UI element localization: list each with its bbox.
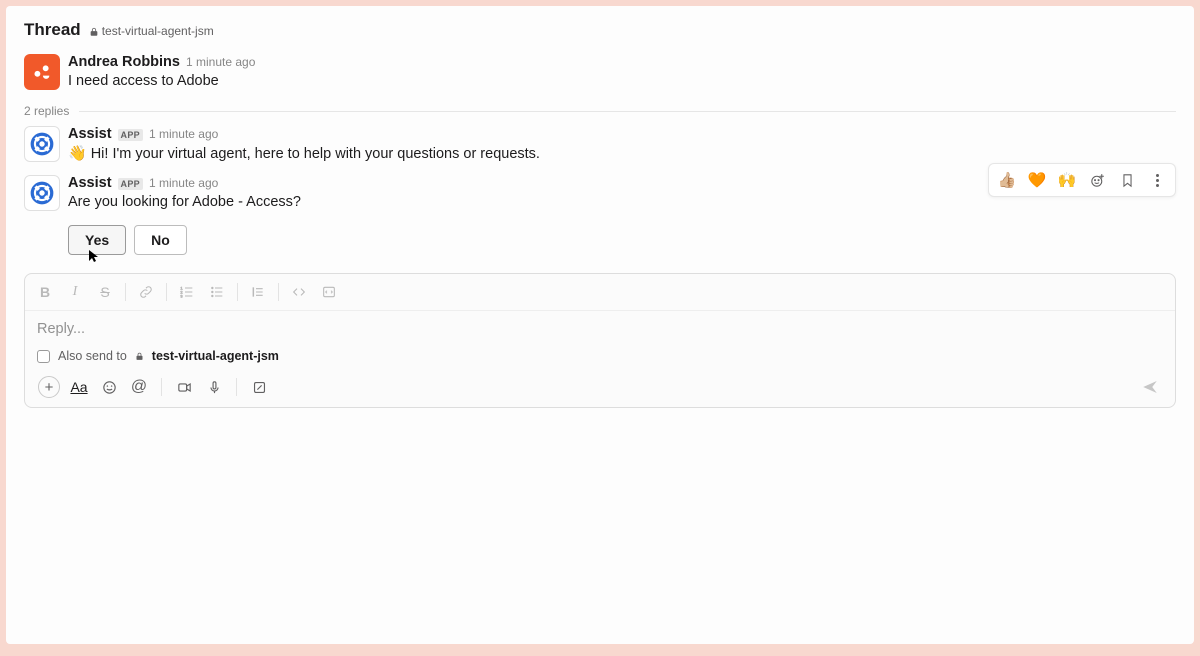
avatar-glyph-icon — [31, 61, 53, 83]
replies-count: 2 replies — [24, 104, 69, 118]
emoji-button[interactable] — [95, 373, 123, 401]
action-buttons-row: Yes No — [68, 225, 1194, 265]
message-time[interactable]: 1 minute ago — [186, 55, 255, 69]
bookmark-button[interactable] — [1113, 166, 1141, 194]
separator — [278, 283, 279, 301]
channel-chip[interactable]: test-virtual-agent-jsm — [89, 24, 214, 38]
app-badge: APP — [118, 129, 143, 141]
composer-bottom-toolbar: + Aa @ — [25, 369, 1175, 407]
also-send-label: Also send to — [58, 349, 127, 363]
avatar[interactable] — [24, 54, 60, 90]
bold-button[interactable]: B — [31, 278, 59, 306]
message-actions-toolbar: 👍🏼 🧡 🙌 — [988, 163, 1176, 197]
also-send-channel: test-virtual-agent-jsm — [152, 349, 279, 363]
lock-icon — [89, 24, 99, 38]
add-attachment-button[interactable]: + — [35, 373, 63, 401]
record-video-button[interactable] — [170, 373, 198, 401]
bullet-list-button[interactable] — [203, 278, 231, 306]
lock-icon — [135, 349, 144, 363]
code-block-button[interactable] — [315, 278, 343, 306]
reaction-raised-hands[interactable]: 🙌 — [1053, 166, 1081, 194]
separator — [161, 378, 162, 396]
message-time[interactable]: 1 minute ago — [149, 176, 218, 190]
shortcuts-button[interactable] — [245, 373, 273, 401]
app-badge: APP — [118, 178, 143, 190]
reply-composer: B I S 123 Rep — [24, 273, 1176, 408]
code-button[interactable] — [285, 278, 313, 306]
also-send-checkbox[interactable] — [37, 350, 50, 363]
avatar[interactable] — [24, 175, 60, 211]
separator — [125, 283, 126, 301]
svg-text:3: 3 — [180, 293, 183, 298]
lifebuoy-icon — [29, 180, 55, 206]
replies-divider: 2 replies — [6, 100, 1194, 120]
message-author[interactable]: Assist — [68, 175, 112, 191]
original-message: Andrea Robbins 1 minute ago I need acces… — [6, 48, 1194, 94]
message-author[interactable]: Assist — [68, 126, 112, 142]
separator — [237, 283, 238, 301]
thread-header: Thread test-virtual-agent-jsm — [6, 6, 1194, 48]
message-author[interactable]: Andrea Robbins — [68, 54, 180, 70]
more-actions-button[interactable] — [1143, 166, 1171, 194]
toggle-formatting-button[interactable]: Aa — [65, 373, 93, 401]
avatar[interactable] — [24, 126, 60, 162]
message-time[interactable]: 1 minute ago — [149, 127, 218, 141]
also-send-row: Also send to test-virtual-agent-jsm — [25, 349, 1175, 369]
reaction-thumbs-up[interactable]: 👍🏼 — [993, 166, 1021, 194]
mention-button[interactable]: @ — [125, 373, 153, 401]
separator — [236, 378, 237, 396]
reaction-heart[interactable]: 🧡 — [1023, 166, 1051, 194]
ordered-list-button[interactable]: 123 — [173, 278, 201, 306]
italic-button[interactable]: I — [61, 278, 89, 306]
message-text: 👋Hi! I'm your virtual agent, here to hel… — [68, 142, 1176, 165]
reply-message: Assist APP 1 minute ago Are you looking … — [6, 167, 1194, 215]
thread-panel: Thread test-virtual-agent-jsm Andrea Rob… — [6, 6, 1194, 644]
reply-input[interactable]: Reply... — [25, 311, 1175, 349]
thread-title: Thread — [24, 20, 81, 40]
add-reaction-button[interactable] — [1083, 166, 1111, 194]
message-text: I need access to Adobe — [68, 70, 1176, 92]
format-toolbar: B I S 123 — [25, 274, 1175, 311]
strikethrough-button[interactable]: S — [91, 278, 119, 306]
lifebuoy-icon — [29, 131, 55, 157]
reply-message: Assist APP 1 minute ago 👋Hi! I'm your vi… — [6, 120, 1194, 167]
blockquote-button[interactable] — [244, 278, 272, 306]
send-button[interactable] — [1135, 373, 1165, 401]
no-button[interactable]: No — [134, 225, 187, 255]
divider-line — [79, 111, 1176, 112]
separator — [166, 283, 167, 301]
channel-name: test-virtual-agent-jsm — [102, 24, 214, 38]
record-audio-button[interactable] — [200, 373, 228, 401]
link-button[interactable] — [132, 278, 160, 306]
wave-emoji: 👋 — [68, 145, 87, 162]
